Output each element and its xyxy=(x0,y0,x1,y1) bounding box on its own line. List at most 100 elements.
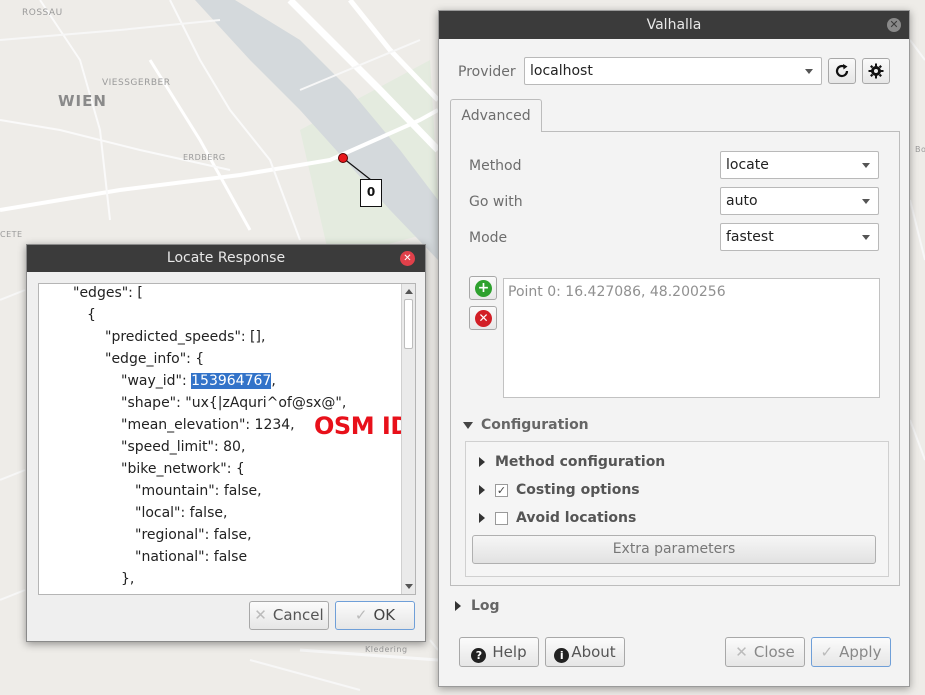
json-line: "speed_limit": 80, xyxy=(121,439,246,455)
map-label-bo: Bo xyxy=(915,145,925,154)
plus-icon: + xyxy=(475,280,492,297)
json-line: { xyxy=(87,307,96,323)
costing-options-label: Costing options xyxy=(516,482,640,498)
json-line: "regional": false, xyxy=(135,527,252,543)
close-icon: ✕ xyxy=(735,643,748,661)
extra-parameters-button[interactable]: Extra parameters xyxy=(472,535,876,564)
remove-point-button[interactable]: ✕ xyxy=(469,306,497,330)
costing-options-checkbox[interactable]: ✓ xyxy=(495,483,508,497)
way-id-value[interactable]: 153964767 xyxy=(191,373,272,389)
configuration-toggle[interactable]: Configuration xyxy=(463,417,589,433)
gear-icon xyxy=(868,63,884,79)
check-icon: ✓ xyxy=(354,606,368,624)
map-point-label: 0 xyxy=(360,179,382,207)
locate-titlebar[interactable]: Locate Response ✕ xyxy=(27,245,425,272)
provider-select[interactable]: localhost xyxy=(524,57,822,85)
cancel-label: Cancel xyxy=(272,606,324,624)
locate-title: Locate Response xyxy=(166,250,286,266)
cancel-button[interactable]: ✕ Cancel xyxy=(249,601,329,630)
help-label: Help xyxy=(492,643,527,661)
costing-options-toggle[interactable]: ✓ Costing options xyxy=(479,482,640,498)
chevron-down-icon xyxy=(805,69,813,74)
close-button[interactable]: ✕ Close xyxy=(725,637,805,667)
log-label: Log xyxy=(471,598,500,614)
refresh-button[interactable] xyxy=(828,58,856,84)
json-line: "shape": "ux{|zAquri^of@sx@", xyxy=(121,395,347,411)
caret-right-icon xyxy=(479,485,485,495)
gowith-value: auto xyxy=(726,193,758,209)
gowith-select[interactable]: auto xyxy=(720,187,879,215)
avoid-locations-checkbox[interactable] xyxy=(495,511,508,525)
chevron-down-icon xyxy=(862,199,870,204)
apply-label: Apply xyxy=(839,643,882,661)
remove-icon: ✕ xyxy=(475,310,492,327)
check-icon: ✓ xyxy=(820,643,834,661)
waypoints-list[interactable]: Point 0: 16.427086, 48.200256 xyxy=(503,278,880,398)
map-label-rossau: ROSSAU xyxy=(22,8,63,18)
close-window-icon[interactable]: ✕ xyxy=(887,18,901,32)
help-icon: ? xyxy=(471,648,487,663)
configuration-label: Configuration xyxy=(481,417,589,433)
caret-right-icon xyxy=(479,513,485,523)
json-line: "local": false, xyxy=(135,505,228,521)
method-configuration-toggle[interactable]: Method configuration xyxy=(479,454,665,470)
about-button[interactable]: i About xyxy=(545,637,625,667)
json-response-view[interactable]: "edges": [ { "predicted_speeds": [], "ed… xyxy=(38,283,416,595)
json-line: "edge_info": { xyxy=(105,351,205,367)
ok-label: OK xyxy=(373,606,396,624)
json-line: "predicted_speeds": [], xyxy=(105,329,266,345)
avoid-locations-toggle[interactable]: Avoid locations xyxy=(479,510,636,526)
chevron-down-icon xyxy=(862,235,870,240)
json-line: "bike_network": { xyxy=(121,461,245,477)
map-label-wien: WIEN xyxy=(58,92,107,110)
locate-response-dialog: Locate Response ✕ "edges": [ { "predicte… xyxy=(26,244,426,642)
valhalla-titlebar[interactable]: Valhalla ✕ xyxy=(439,11,909,39)
log-toggle[interactable]: Log xyxy=(455,598,500,614)
method-value: locate xyxy=(726,157,769,173)
json-scrollbar[interactable] xyxy=(401,284,415,594)
map-label-vies: VIESSGERBER xyxy=(102,78,171,88)
provider-label: Provider xyxy=(458,64,516,80)
chevron-down-icon xyxy=(862,163,870,168)
close-dialog-icon[interactable]: ✕ xyxy=(400,251,415,266)
gowith-label: Go with xyxy=(469,194,523,210)
valhalla-title: Valhalla xyxy=(646,17,702,33)
apply-button[interactable]: ✓ Apply xyxy=(811,637,891,667)
mode-value: fastest xyxy=(726,229,774,245)
map-label-kledering: Kledering xyxy=(365,645,408,654)
mode-select[interactable]: fastest xyxy=(720,223,879,251)
map-label-cete: CETE xyxy=(0,230,23,239)
scroll-thumb[interactable] xyxy=(404,299,413,349)
refresh-icon xyxy=(835,64,849,78)
help-button[interactable]: ? Help xyxy=(459,637,539,667)
close-label: Close xyxy=(753,643,795,661)
map-point-marker[interactable] xyxy=(338,153,348,163)
map-label-erdberg: ERDBERG xyxy=(183,153,226,162)
caret-right-icon xyxy=(455,601,461,611)
way-id-comma: , xyxy=(271,373,276,389)
scroll-down-icon[interactable] xyxy=(405,584,413,589)
json-line: "national": false xyxy=(135,549,248,565)
json-line: "edges": [ xyxy=(73,285,143,301)
json-line: "mean_elevation": 1234, xyxy=(121,417,295,433)
mode-label: Mode xyxy=(469,230,508,246)
json-line-way-id: "way_id": 153964767, xyxy=(121,370,276,392)
osm-id-annotation: OSM ID xyxy=(314,412,410,440)
caret-right-icon xyxy=(479,457,485,467)
ok-button[interactable]: ✓ OK xyxy=(335,601,415,630)
avoid-locations-label: Avoid locations xyxy=(516,510,637,526)
settings-button[interactable] xyxy=(862,58,890,84)
method-configuration-label: Method configuration xyxy=(495,454,666,470)
scroll-up-icon[interactable] xyxy=(405,289,413,294)
cancel-icon: ✕ xyxy=(254,606,267,624)
method-select[interactable]: locate xyxy=(720,151,879,179)
json-line: "mountain": false, xyxy=(135,483,262,499)
add-point-button[interactable]: + xyxy=(469,276,497,300)
json-line: }, xyxy=(121,571,135,587)
tab-advanced[interactable]: Advanced xyxy=(450,99,542,132)
about-label: About xyxy=(571,643,616,661)
info-icon: i xyxy=(554,648,570,663)
caret-down-icon xyxy=(463,421,473,429)
list-item[interactable]: Point 0: 16.427086, 48.200256 xyxy=(508,284,875,300)
provider-value: localhost xyxy=(530,63,593,79)
